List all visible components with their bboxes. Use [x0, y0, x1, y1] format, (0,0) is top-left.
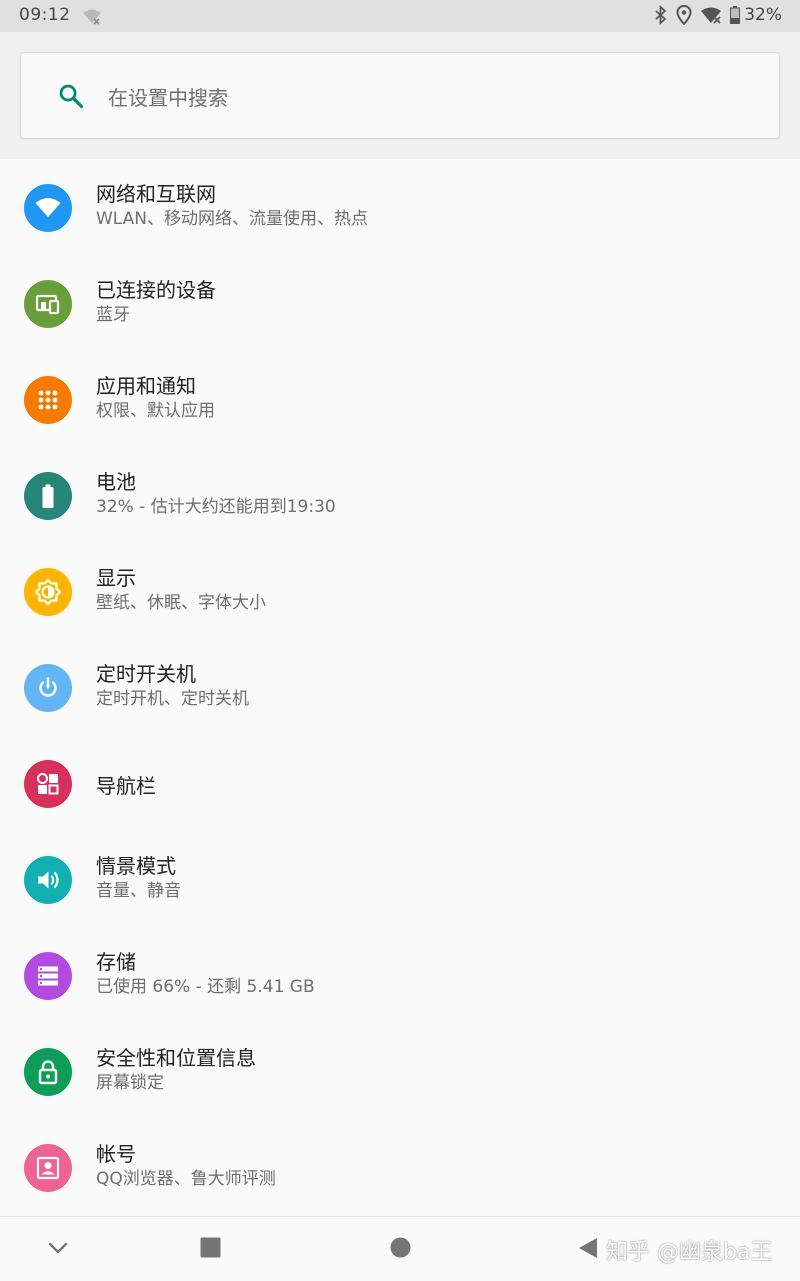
- search-area: 在设置中搜索: [0, 32, 800, 159]
- search-placeholder: 在设置中搜索: [108, 86, 228, 110]
- brightness-icon: [24, 568, 72, 616]
- item-title: 安全性和位置信息: [96, 1046, 256, 1070]
- back-icon[interactable]: [578, 1237, 598, 1259]
- recent-apps-icon[interactable]: [200, 1237, 221, 1258]
- item-title: 已连接的设备: [96, 278, 216, 302]
- bluetooth-icon: [655, 5, 667, 25]
- home-icon[interactable]: [390, 1237, 411, 1258]
- settings-item-scheduled-power[interactable]: 定时开关机 定时开机、定时关机: [0, 640, 800, 736]
- item-subtitle: 屏幕锁定: [96, 1073, 164, 1093]
- item-title: 存储: [96, 950, 136, 974]
- item-title: 定时开关机: [96, 662, 196, 686]
- item-subtitle: 音量、静音: [96, 881, 181, 901]
- volume-icon: [24, 856, 72, 904]
- item-title: 导航栏: [96, 774, 156, 798]
- battery-percent: 32%: [744, 5, 782, 25]
- item-subtitle: QQ浏览器、鲁大师评测: [96, 1169, 276, 1189]
- settings-item-security-location[interactable]: 安全性和位置信息 屏幕锁定: [0, 1024, 800, 1120]
- chevron-down-icon[interactable]: [47, 1241, 69, 1255]
- navigation-bar-icon: [24, 760, 72, 808]
- location-icon: [676, 5, 692, 25]
- wifi-no-internet-icon: [701, 7, 722, 24]
- search-icon: [59, 84, 84, 109]
- account-icon: [24, 1144, 72, 1192]
- watermark: 知乎 @幽泉ba王: [606, 1240, 773, 1265]
- item-subtitle: 定时开机、定时关机: [96, 689, 249, 709]
- lock-icon: [24, 1048, 72, 1096]
- settings-item-battery[interactable]: 电池 32% - 估计大约还能用到19:30: [0, 448, 800, 544]
- item-title: 网络和互联网: [96, 182, 216, 206]
- wifi-icon: [24, 184, 72, 232]
- item-title: 应用和通知: [96, 374, 196, 398]
- status-icons: 32%: [654, 5, 782, 25]
- search-bar[interactable]: 在设置中搜索: [20, 52, 780, 139]
- item-subtitle: 已使用 66% - 还剩 5.41 GB: [96, 977, 315, 997]
- settings-item-storage[interactable]: 存储 已使用 66% - 还剩 5.41 GB: [0, 928, 800, 1024]
- item-subtitle: 蓝牙: [96, 305, 130, 325]
- settings-item-display[interactable]: 显示 壁纸、休眠、字体大小: [0, 544, 800, 640]
- item-subtitle: 32% - 估计大约还能用到19:30: [96, 497, 336, 517]
- settings-item-connected-devices[interactable]: 已连接的设备 蓝牙: [0, 256, 800, 352]
- status-time: 09:12: [19, 5, 71, 25]
- devices-icon: [24, 280, 72, 328]
- battery-status-icon: [730, 6, 741, 24]
- item-title: 显示: [96, 566, 136, 590]
- item-title: 情景模式: [96, 854, 176, 878]
- item-subtitle: 壁纸、休眠、字体大小: [96, 593, 266, 613]
- battery-icon: [24, 472, 72, 520]
- settings-list: 网络和互联网 WLAN、移动网络、流量使用、热点 已连接的设备 蓝牙 应用和通知: [0, 160, 800, 1216]
- settings-item-accounts[interactable]: 帐号 QQ浏览器、鲁大师评测: [0, 1120, 800, 1216]
- settings-item-navigation-bar[interactable]: 导航栏: [0, 736, 800, 832]
- settings-item-network[interactable]: 网络和互联网 WLAN、移动网络、流量使用、热点: [0, 160, 800, 256]
- item-title: 电池: [96, 470, 136, 494]
- storage-icon: [24, 952, 72, 1000]
- item-subtitle: WLAN、移动网络、流量使用、热点: [96, 209, 369, 229]
- settings-item-sound-profiles[interactable]: 情景模式 音量、静音: [0, 832, 800, 928]
- apps-grid-icon: [24, 376, 72, 424]
- settings-item-apps[interactable]: 应用和通知 权限、默认应用: [0, 352, 800, 448]
- item-title: 帐号: [96, 1142, 136, 1166]
- status-bar: 09:12 32%: [0, 0, 800, 32]
- navigation-bar: 知乎 @幽泉ba王: [0, 1216, 800, 1281]
- wifi-off-icon: [83, 9, 101, 25]
- power-icon: [24, 664, 72, 712]
- item-subtitle: 权限、默认应用: [96, 401, 215, 421]
